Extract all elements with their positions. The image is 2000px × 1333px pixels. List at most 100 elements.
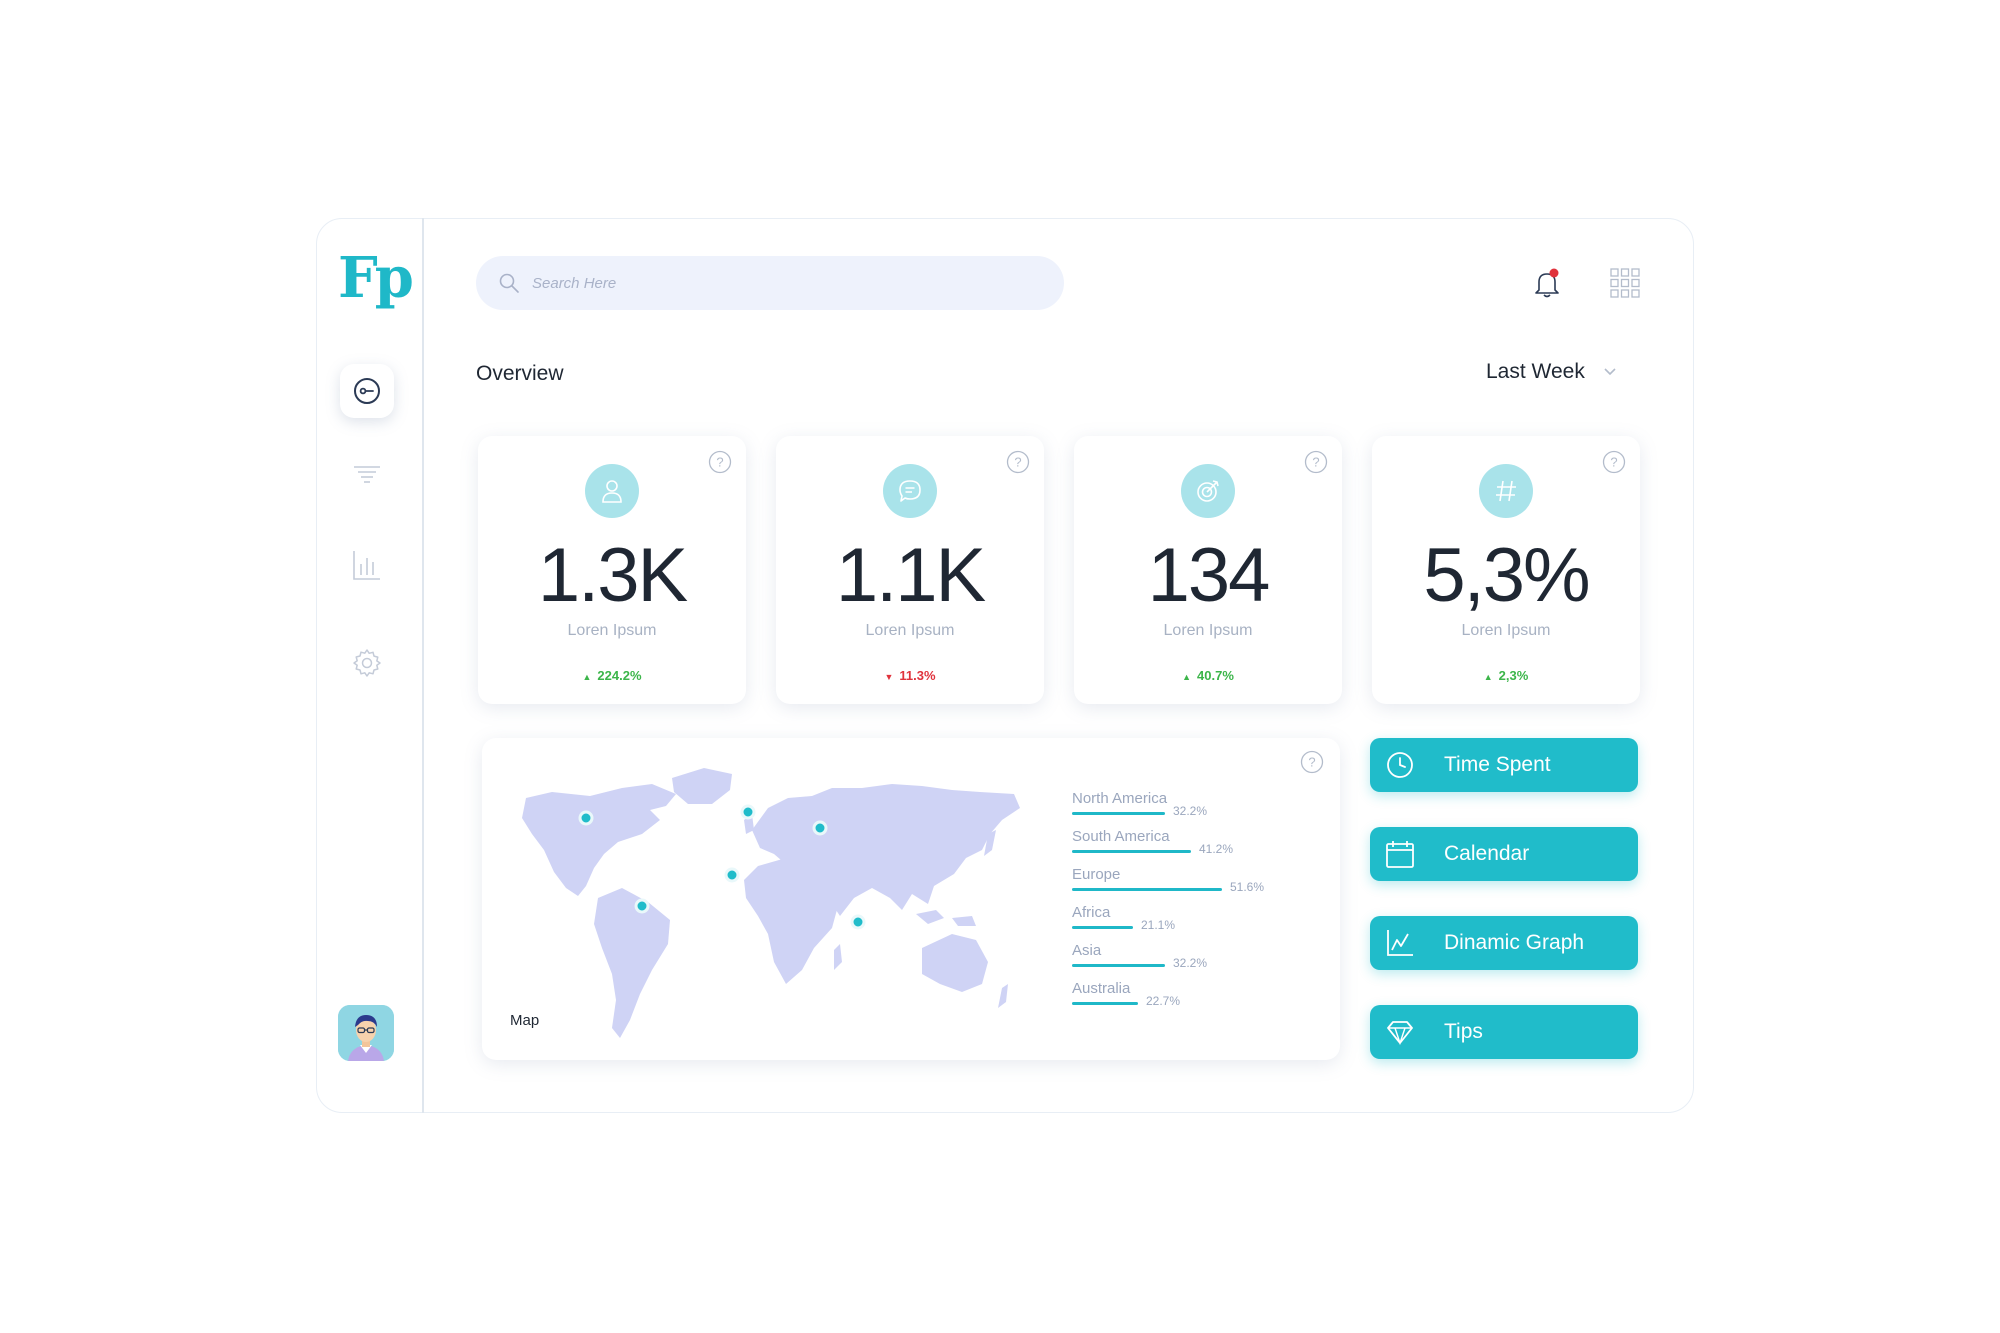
period-value: Last Week [1486,360,1585,383]
stat-card-hashtags: ? 5,3% Loren Ipsum ▲ 2,3% [1372,436,1640,704]
chat-icon [899,480,921,502]
stat-value: 5,3% [1423,533,1590,618]
stat-change-value: 224.2% [597,668,642,683]
region-name: North America [1072,790,1168,807]
stat-change: ▼ 11.3% [776,668,1044,683]
stat-value: 1.3K [537,533,688,618]
search-input[interactable]: Search Here [476,256,1064,310]
brand-logo[interactable]: Fp [338,246,414,310]
tips-label: Tips [1444,1020,1483,1043]
time-spent-button[interactable]: Time Spent [1370,738,1638,792]
region-bar [1072,888,1222,891]
stat-icon-badge [883,464,937,518]
user-icon [602,480,622,503]
chevron-down-icon [1604,368,1616,376]
stat-value: 1.1K [835,533,986,618]
region-bar [1072,850,1191,853]
greenland-shape [672,768,732,804]
sidebar-item-analytics[interactable] [340,538,394,592]
period-dropdown[interactable]: Last Week [1486,360,1617,384]
region-row: Africa 21.1% [1072,904,1175,934]
stat-card-users: ? 1.3K Loren Ipsum ▲ 224.2% [478,436,746,704]
map-label: Map [510,1012,540,1029]
time-spent-label: Time Spent [1444,753,1551,776]
calendar-label: Calendar [1444,842,1530,865]
bar-chart-icon [353,551,380,580]
region-bar [1072,926,1133,929]
region-row: Europe 51.6% [1072,866,1264,896]
tips-button[interactable]: Tips [1370,1005,1638,1059]
stat-label: Loren Ipsum [1461,622,1551,639]
region-bar [1072,964,1165,967]
stat-icon-badge [1479,464,1533,518]
region-value: 22.7% [1146,994,1181,1008]
madagascar-shape [834,944,842,970]
map-marker-europe [740,804,756,820]
new-zealand-shape [998,984,1008,1008]
user-avatar-icon [338,1005,394,1061]
clock-icon [1387,752,1413,778]
region-bar [1072,812,1165,815]
region-row: South America 41.2% [1072,828,1233,858]
dinamic-graph-label: Dinamic Graph [1444,931,1585,954]
help-icon[interactable]: ? [1304,450,1328,474]
stat-change-value: 40.7% [1197,668,1234,683]
notification-button[interactable] [1530,266,1564,300]
stat-change: ▲ 40.7% [1074,668,1342,683]
region-row: Australia 22.7% [1072,980,1180,1010]
map-marker-africa [724,867,740,883]
gear-icon [353,649,381,677]
trend-up-icon: ▲ [1182,672,1192,682]
calendar-button[interactable]: Calendar [1370,827,1638,881]
calendar-icon [1386,841,1414,868]
svg-text:?: ? [1610,455,1617,470]
filter-icon [354,466,380,483]
region-name: South America [1072,828,1170,845]
sidebar-item-filter[interactable] [340,448,394,502]
dinamic-graph-button[interactable]: Dinamic Graph [1370,916,1638,970]
hashtag-icon [1496,480,1516,502]
stat-label: Loren Ipsum [1163,622,1253,639]
region-value: 41.2% [1199,842,1234,856]
help-icon[interactable]: ? [1006,450,1030,474]
region-name: Europe [1072,866,1121,883]
page-title: Overview [476,362,564,385]
stat-value: 134 [1147,533,1271,618]
search-placeholder: Search Here [532,274,617,292]
line-graph-icon [1387,930,1413,956]
stat-change-value: 11.3% [899,668,936,683]
map-card: ? Map North America 32.2% South America … [482,738,1340,1060]
stat-card-goals: ? 134 Loren Ipsum ▲ 40.7% [1074,436,1342,704]
south-america-shape [594,888,670,1038]
indonesia-shape [916,910,944,924]
new-guinea-shape [952,916,976,926]
stat-change-value: 2,3% [1498,668,1529,683]
help-icon[interactable]: ? [1300,750,1324,774]
stat-icon-badge [1181,464,1235,518]
region-value: 32.2% [1173,956,1208,970]
region-row: Asia 32.2% [1072,942,1207,972]
target-icon [1197,480,1219,502]
region-name: Australia [1072,980,1131,997]
svg-text:?: ? [1312,455,1319,470]
diamond-icon [1387,1021,1413,1046]
region-value: 21.1% [1141,918,1176,932]
map-marker-south-america [634,898,650,914]
region-value: 51.6% [1230,880,1265,894]
stat-label: Loren Ipsum [567,622,657,639]
trend-up-icon: ▲ [582,672,592,682]
search-icon [499,273,519,293]
help-icon[interactable]: ? [1602,450,1626,474]
australia-shape [922,934,988,992]
trend-down-icon: ▼ [884,672,894,682]
avatar[interactable] [338,1005,394,1061]
stat-change: ▲ 224.2% [478,668,746,683]
region-row: North America 32.2% [1072,790,1207,820]
map-marker-north-america [578,810,594,826]
map-marker-australia [850,914,866,930]
apps-menu-button[interactable] [1610,268,1640,298]
help-icon[interactable]: ? [708,450,732,474]
world-map[interactable] [482,738,1042,1060]
sidebar-item-dashboard[interactable] [340,364,394,418]
sidebar-item-settings[interactable] [340,636,394,690]
